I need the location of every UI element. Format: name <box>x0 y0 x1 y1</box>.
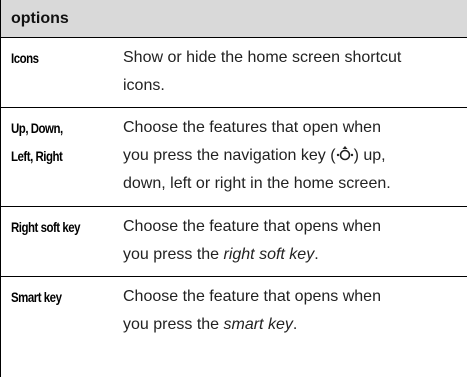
table-row-right-soft-key: Right soft key Choose the feature that o… <box>1 207 467 277</box>
term-icons: Icons <box>11 50 39 66</box>
table-row-navigation: Up, Down, Left, Right Choose the feature… <box>1 108 467 207</box>
table-row-icons: Icons Show or hide the home screen short… <box>1 38 467 108</box>
term-smart-key: Smart key <box>11 289 62 305</box>
desc-smart-key: Choose the feature that opens when you p… <box>123 288 381 333</box>
desc-right-soft-key: Choose the feature that opens when you p… <box>123 218 381 263</box>
table-row-smart-key: Smart key Choose the feature that opens … <box>1 277 467 377</box>
desc-navigation: Choose the features that open when you p… <box>123 119 391 192</box>
options-table: options Icons Show or hide the home scre… <box>0 0 467 377</box>
desc-icons: Show or hide the home screen shortcut ic… <box>123 49 402 94</box>
table-header: options <box>1 0 467 38</box>
navigation-key-icon <box>336 142 354 170</box>
term-right-soft-key: Right soft key <box>11 219 81 235</box>
table-header-label: options <box>11 9 69 27</box>
term-navigation: Up, Down, Left, Right <box>11 120 63 164</box>
